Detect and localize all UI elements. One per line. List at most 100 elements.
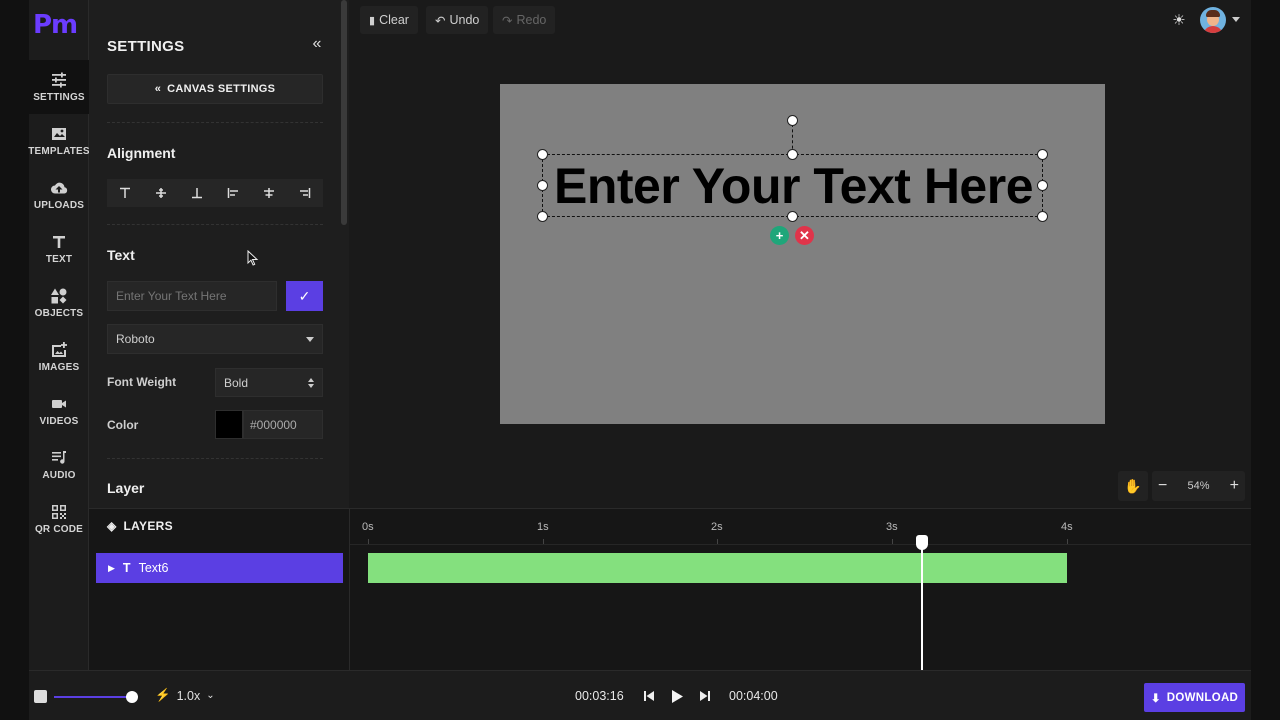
timeline-panel: ◈ LAYERS ▶ T Text6 0s 1s 2s 3s 4s [89, 508, 1251, 671]
undo-icon: ↶ [435, 13, 446, 28]
align-center-button[interactable] [254, 179, 284, 207]
zoom-out-button[interactable]: − [1158, 477, 1167, 495]
download-button[interactable]: ⬇ DOWNLOAD [1144, 683, 1245, 712]
nav-item-templates[interactable]: TEMPLATES [28, 114, 90, 168]
selected-text-object[interactable]: Enter Your Text Here [542, 154, 1043, 217]
divider [107, 458, 323, 459]
resize-handle-bottom[interactable] [787, 211, 798, 222]
collapse-panel-button[interactable]: « [307, 34, 327, 54]
resize-handle-bottom-right[interactable] [1037, 211, 1048, 222]
tick-label: 2s [711, 521, 723, 533]
tick-label: 3s [886, 521, 898, 533]
nav-item-label: TEMPLATES [28, 146, 90, 157]
divider [107, 224, 323, 225]
nav-item-label: TEXT [45, 254, 73, 265]
nav-item-uploads[interactable]: UPLOADS [29, 168, 89, 222]
time-ruler [350, 544, 1251, 545]
nav-item-label: QR CODE [34, 524, 84, 535]
nav-item-qr-code[interactable]: QR CODE [29, 492, 89, 546]
font-weight-label: Font Weight [107, 375, 177, 389]
redo-icon: ↷ [502, 13, 513, 28]
nav-item-audio[interactable]: AUDIO [29, 438, 89, 492]
app-logo[interactable]: Pm [33, 10, 78, 40]
apply-text-button[interactable]: ✓ [286, 281, 323, 311]
skip-forward-icon [700, 691, 710, 701]
resize-handle-top-right[interactable] [1037, 149, 1048, 160]
double-chevron-left-icon: « [154, 83, 162, 95]
delete-object-button[interactable]: ✕ [795, 226, 814, 245]
canvas-stage[interactable]: Enter Your Text Here + ✕ [500, 84, 1105, 424]
resize-handle-bottom-left[interactable] [537, 211, 548, 222]
layer-item[interactable]: ▶ T Text6 [96, 553, 343, 583]
user-avatar[interactable] [1200, 7, 1226, 33]
align-top-button[interactable] [110, 179, 140, 207]
lightning-icon: ⚡ [155, 688, 171, 702]
color-label: Color [107, 418, 139, 432]
nav-item-label: OBJECTS [34, 308, 84, 319]
timeline-zoom-slider-thumb[interactable] [126, 691, 138, 703]
undo-label: Undo [449, 13, 480, 27]
tick-mark [1067, 539, 1068, 544]
font-weight-select[interactable]: Bold [215, 368, 323, 397]
color-swatch[interactable] [215, 410, 243, 439]
align-bottom-button[interactable] [182, 179, 212, 207]
nav-item-settings[interactable]: SETTINGS [29, 60, 89, 114]
align-right-button[interactable] [290, 179, 320, 207]
nav-item-images[interactable]: IMAGES [29, 330, 89, 384]
color-hex-input[interactable]: #000000 [243, 410, 323, 439]
duplicate-object-button[interactable]: + [770, 226, 789, 245]
font-family-select[interactable]: Roboto [107, 324, 323, 354]
download-label: DOWNLOAD [1166, 691, 1239, 704]
caret-down-icon[interactable] [1232, 17, 1240, 22]
align-middle-button[interactable] [146, 179, 176, 207]
templates-icon [52, 128, 66, 140]
sun-icon: ☀ [1172, 12, 1186, 29]
theme-toggle-button[interactable]: ☀ [1169, 10, 1189, 30]
resize-handle-left[interactable] [537, 180, 548, 191]
skip-back-button[interactable] [641, 687, 657, 705]
pan-tool-button[interactable]: ✋ [1118, 471, 1148, 501]
timeline-clip[interactable] [368, 553, 1067, 583]
canvas-text[interactable]: Enter Your Text Here [543, 156, 1044, 216]
layer-section-title: Layer [107, 480, 145, 496]
hand-icon: ✋ [1124, 477, 1142, 494]
double-chevron-left-icon: « [312, 35, 322, 52]
skip-forward-button[interactable] [697, 687, 713, 705]
align-left-button[interactable] [218, 179, 248, 207]
resize-handle-right[interactable] [1037, 180, 1048, 191]
resize-handle-top-left[interactable] [537, 149, 548, 160]
panel-scrollbar[interactable] [341, 0, 347, 225]
undo-button[interactable]: ↶ Undo [426, 6, 489, 34]
redo-button[interactable]: ↷ Redo [493, 6, 556, 34]
expand-caret-icon: ▶ [108, 562, 115, 573]
nav-item-text[interactable]: TEXT [29, 222, 89, 276]
chevron-down-icon: ⌄ [206, 690, 215, 701]
font-family-value: Roboto [116, 332, 155, 346]
timeline-scale-icon[interactable] [34, 690, 47, 703]
text-content-input[interactable] [107, 281, 277, 311]
plus-icon: + [775, 228, 784, 243]
tick-mark [543, 539, 544, 544]
rotate-handle[interactable] [787, 115, 798, 126]
playback-speed-select[interactable]: ⚡ 1.0x ⌄ [155, 688, 215, 703]
canvas-settings-button[interactable]: « CANVAS SETTINGS [107, 74, 323, 104]
text-layer-icon: T [122, 561, 131, 575]
nav-item-label: UPLOADS [33, 200, 85, 211]
play-button[interactable] [669, 687, 685, 705]
nav-item-videos[interactable]: VIDEOS [29, 384, 89, 438]
close-icon: ✕ [799, 228, 810, 243]
qr-code-icon [52, 505, 66, 519]
skip-back-icon [644, 691, 654, 701]
tick-mark [717, 539, 718, 544]
zoom-in-button[interactable]: + [1230, 477, 1239, 495]
tick-mark [368, 539, 369, 544]
zoom-controls: − 54% + [1152, 471, 1245, 501]
tick-label: 0s [362, 521, 374, 533]
nav-item-objects[interactable]: OBJECTS [29, 276, 89, 330]
clear-button[interactable]: ▮ Clear [360, 6, 418, 34]
layer-name: Text6 [138, 561, 169, 575]
playhead-handle[interactable] [916, 535, 928, 550]
timeline-zoom-slider[interactable] [54, 696, 131, 698]
playback-speed-value: 1.0x [176, 688, 201, 703]
resize-handle-top[interactable] [787, 149, 798, 160]
